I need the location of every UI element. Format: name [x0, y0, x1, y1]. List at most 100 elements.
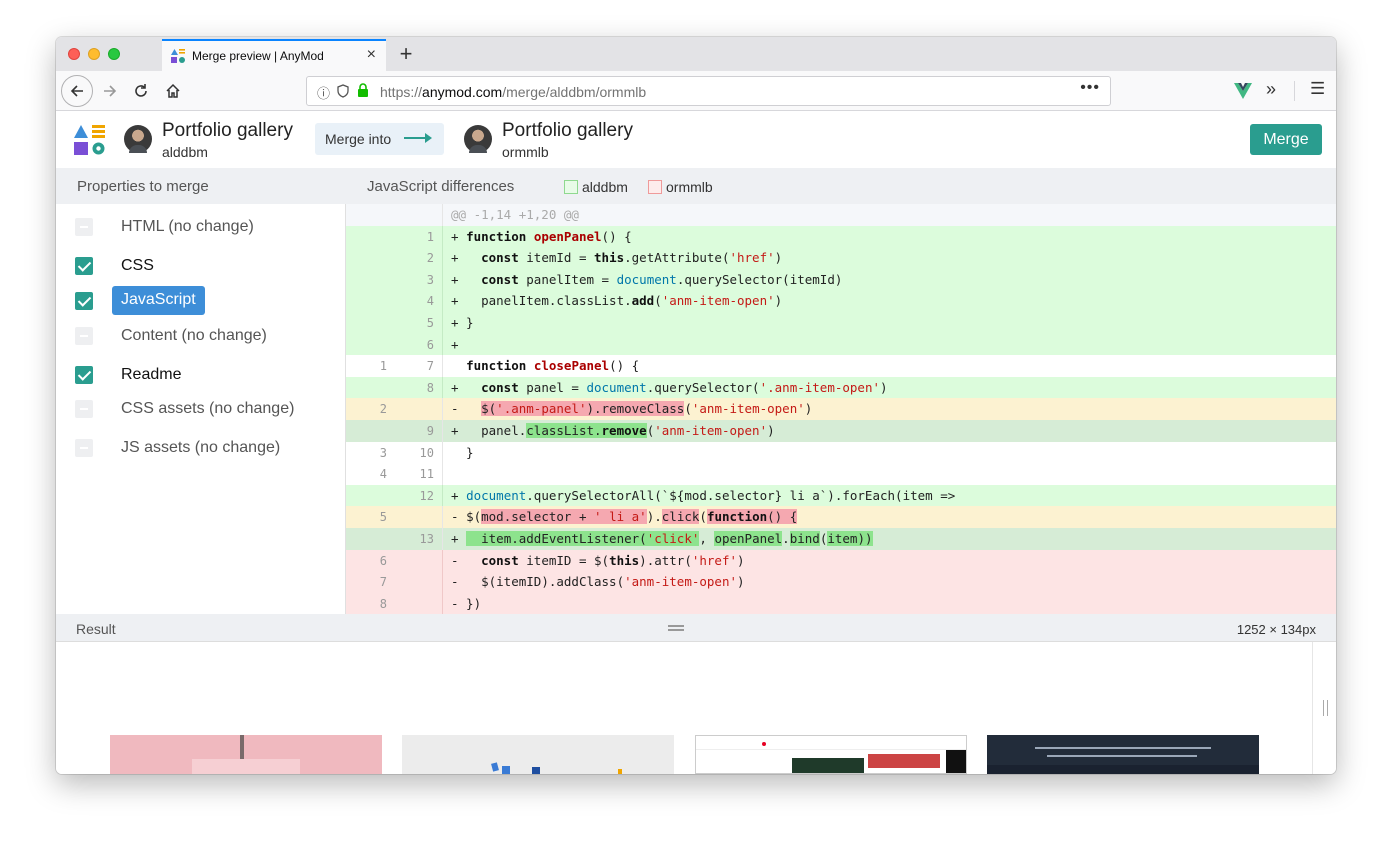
code-line: - }) — [451, 595, 482, 611]
tab-bar: Merge preview | AnyMod × + — [56, 37, 1336, 71]
diff-gutter: 4 11 — [346, 463, 443, 485]
code-token: ) — [804, 401, 813, 417]
result-size: 1252 × 134px — [1236, 622, 1316, 637]
back-button[interactable] — [61, 75, 93, 107]
thumbnail-shape — [491, 762, 499, 772]
new-tab-icon[interactable]: + — [394, 41, 418, 67]
checkbox-checked[interactable] — [75, 292, 93, 310]
code-line: } — [451, 444, 474, 460]
checkbox-checked[interactable] — [75, 257, 93, 275]
gallery-thumbnail[interactable] — [110, 735, 382, 774]
diff-gutter: 17 — [346, 355, 443, 377]
property-css-assets[interactable]: CSS assets (no change) — [56, 394, 346, 424]
checkbox-checked[interactable] — [75, 366, 93, 384]
resize-handle-icon[interactable] — [668, 625, 684, 627]
shield-icon[interactable] — [337, 84, 349, 98]
diff-line-added: 2 + const itemId = this.getAttribute('hr… — [346, 247, 1336, 269]
diff-gutter — [346, 204, 443, 226]
merge-into-text: Merge into — [325, 131, 392, 147]
code-token: 'anm-item-open' — [624, 574, 737, 590]
url-text: https://anymod.com/merge/alddbm/ormmlb — [380, 84, 646, 100]
overflow-menu-icon[interactable]: » — [1266, 79, 1276, 100]
property-label-selected[interactable]: JavaScript — [112, 286, 205, 315]
code-line: + const panel = document.querySelector('… — [451, 380, 888, 395]
code-token: + — [451, 379, 482, 395]
checkbox-disabled — [75, 439, 93, 457]
back-arrow-icon — [70, 85, 83, 97]
thumbnail-shape — [987, 765, 1259, 774]
lock-icon[interactable] — [357, 83, 369, 98]
sub-header: Properties to merge JavaScript differenc… — [56, 168, 1336, 204]
code-token: ). — [586, 401, 602, 417]
close-window-button[interactable] — [68, 48, 80, 60]
diff-line-added: 1 + function openPanel() { — [346, 225, 1336, 248]
code-token: add — [631, 293, 655, 309]
minimize-window-button[interactable] — [88, 48, 100, 60]
property-javascript[interactable]: JavaScript — [56, 286, 346, 316]
code-token: mod.selector + — [481, 509, 595, 525]
code-token: . — [782, 531, 790, 546]
code-token: panelItem = — [518, 271, 617, 287]
thumbnail-shape — [792, 758, 864, 773]
code-token: document — [466, 487, 527, 503]
vertical-resize-grip-icon[interactable] — [1323, 700, 1328, 716]
tab-close-icon[interactable]: × — [367, 46, 376, 64]
diff-line-changed-old: 2 - $('.anm-panel').removeClass('anm-ite… — [346, 398, 1336, 420]
property-readme[interactable]: Readme — [56, 360, 346, 390]
code-token: , — [699, 531, 715, 546]
code-token: ). — [646, 509, 662, 525]
reload-button[interactable] — [127, 77, 155, 105]
browser-tab[interactable]: Merge preview | AnyMod × — [162, 39, 386, 71]
properties-title: Properties to merge — [77, 178, 209, 195]
code-token: itemId = — [518, 250, 595, 266]
diff-line-added: 8 + const panel = document.querySelector… — [346, 376, 1336, 399]
preview-scrollbar[interactable] — [1312, 642, 1336, 774]
home-button[interactable] — [159, 77, 187, 105]
info-icon[interactable]: ⓘ — [317, 83, 330, 102]
code-token: removeClass — [601, 401, 685, 417]
property-html[interactable]: HTML (no change) — [56, 212, 346, 242]
diff-gutter: 7 — [346, 571, 443, 593]
code-token: + — [451, 271, 482, 287]
property-label: JS assets (no change) — [121, 439, 281, 456]
thumbnail-shape — [696, 736, 966, 750]
hamburger-menu-icon[interactable]: ☰ — [1310, 79, 1325, 99]
diff-hunk-header: @@ -1,14 +1,20 @@ — [346, 204, 1336, 226]
target-user: ormmlb — [502, 144, 549, 160]
code-token: const — [481, 250, 519, 266]
gallery-thumbnail[interactable] — [402, 735, 674, 774]
thumbnail-shape — [532, 767, 540, 774]
gallery-thumbnail[interactable] — [695, 735, 967, 774]
property-content[interactable]: Content (no change) — [56, 321, 346, 351]
page-actions-icon[interactable]: ••• — [1080, 79, 1100, 97]
result-bar: Result 1252 × 134px — [56, 614, 1336, 642]
diff-line-added: 6 + — [346, 333, 1336, 356]
code-token: $( — [481, 401, 497, 417]
url-bar[interactable]: ⓘ https://anymod.com/merge/alddbm/ormmlb… — [306, 76, 1111, 106]
diff-gutter: 3 — [346, 268, 443, 291]
old-line-number: 6 — [379, 553, 387, 568]
old-line-number: 5 — [379, 510, 387, 525]
property-label: CSS assets (no change) — [121, 400, 295, 417]
diff-line-changed-old: 5 - $(mod.selector + ' li a').click(func… — [346, 506, 1336, 528]
code-token: function — [466, 228, 527, 244]
property-label: Readme — [121, 366, 182, 383]
property-js-assets[interactable]: JS assets (no change) — [56, 433, 346, 463]
forward-button[interactable] — [96, 77, 124, 105]
code-token: const — [481, 379, 519, 395]
toolbar-divider — [1294, 81, 1295, 101]
gallery-thumbnail[interactable] — [987, 735, 1259, 774]
vue-devtools-icon[interactable] — [1234, 83, 1252, 99]
property-css[interactable]: CSS — [56, 251, 346, 281]
maximize-window-button[interactable] — [108, 48, 120, 60]
source-user: alddbm — [162, 144, 208, 160]
new-line-number: 2 — [426, 251, 434, 266]
code-token: ) — [880, 379, 888, 395]
code-token: $( — [466, 509, 482, 525]
thumbnail-shape — [868, 754, 940, 768]
code-token: 'anm-item-open' — [661, 293, 775, 309]
anymod-logo-icon[interactable] — [73, 123, 107, 157]
merge-button[interactable]: Merge — [1250, 124, 1322, 155]
code-token: + — [451, 487, 467, 503]
